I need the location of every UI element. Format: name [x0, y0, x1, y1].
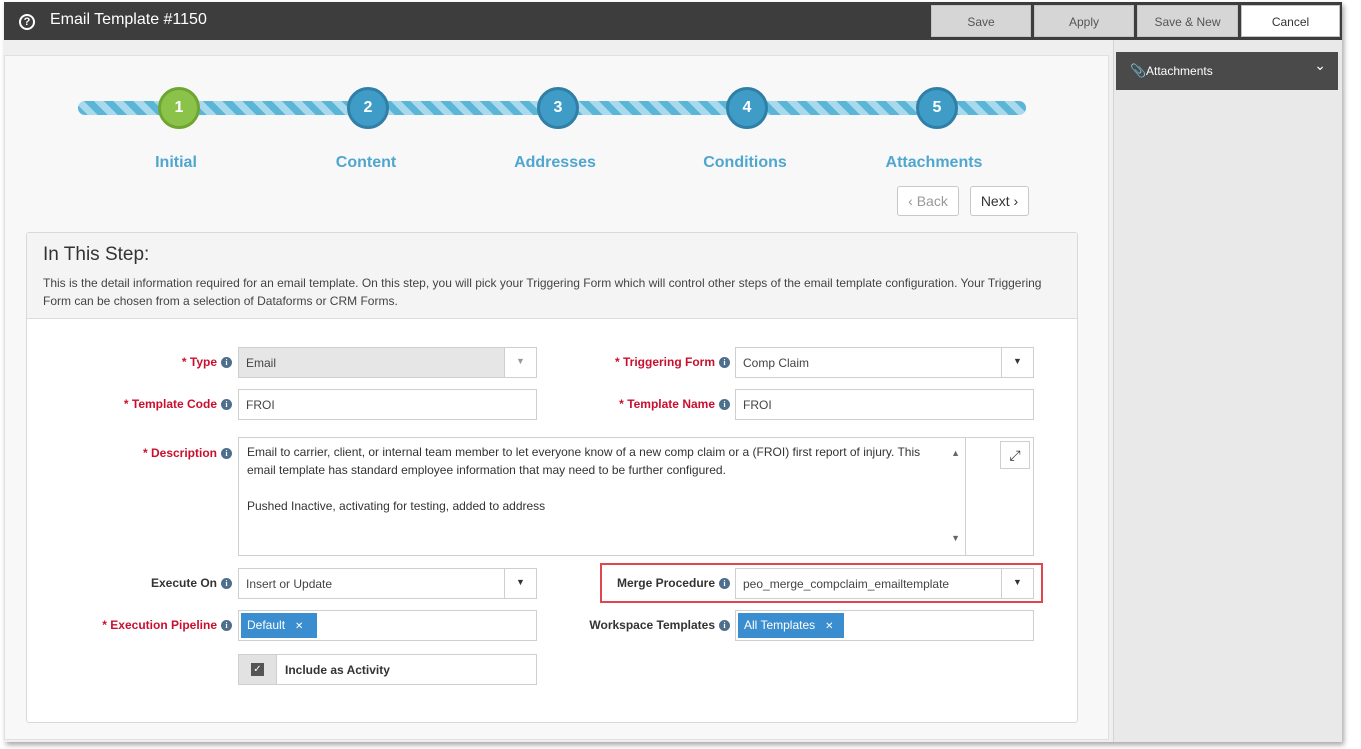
highlight-box: [600, 563, 1043, 603]
template-name-value: FROI: [743, 398, 772, 412]
triggering-form-dropdown-button[interactable]: ▼: [1001, 348, 1033, 377]
chevron-left-icon: ‹: [908, 193, 913, 209]
step-1-circle[interactable]: 1: [158, 87, 200, 129]
scroll-up-arrow-icon[interactable]: ▲: [951, 444, 960, 462]
type-dropdown-button[interactable]: ▼: [504, 348, 536, 377]
info-icon[interactable]: i: [719, 399, 730, 410]
title-bar: ? Email Template #1150 Save Apply Save &…: [4, 2, 1342, 40]
info-icon[interactable]: i: [221, 357, 232, 368]
workspace-templates-tag-label: All Templates: [744, 618, 816, 632]
include-activity-checkbox[interactable]: ✓: [239, 655, 277, 684]
execution-pipeline-tag-label: Default: [247, 618, 286, 632]
back-label: Back: [916, 193, 948, 209]
description-line-2: Pushed Inactive, activating for testing,…: [247, 499, 546, 513]
step-5-circle[interactable]: 5: [916, 87, 958, 129]
description-line-1: Email to carrier, client, or internal te…: [247, 445, 921, 477]
step-2-circle[interactable]: 2: [347, 87, 389, 129]
scroll-down-arrow-icon[interactable]: ▼: [951, 529, 960, 547]
description-expand-area: ⤢: [966, 437, 1034, 556]
description-label: * Description i: [80, 446, 232, 460]
info-icon[interactable]: i: [719, 357, 730, 368]
info-icon[interactable]: i: [221, 399, 232, 410]
workspace-templates-multiselect[interactable]: All Templates ✕: [735, 610, 1034, 641]
paperclip-icon: 📎: [1130, 63, 1147, 78]
template-code-input[interactable]: FROI: [238, 389, 537, 420]
template-code-label: * Template Code i: [80, 397, 232, 411]
cancel-button[interactable]: Cancel: [1241, 5, 1340, 37]
info-icon[interactable]: i: [221, 620, 232, 631]
include-activity-field[interactable]: ✓ Include as Activity: [238, 654, 537, 685]
workspace-templates-label: Workspace Templates i: [560, 618, 730, 632]
checkmark-icon: ✓: [251, 663, 264, 676]
type-select[interactable]: Email ▼: [238, 347, 537, 378]
info-icon[interactable]: i: [221, 578, 232, 589]
step-info-title: In This Step:: [43, 244, 150, 265]
step-label-addresses[interactable]: Addresses: [485, 154, 625, 172]
caret-down-icon: ▼: [1013, 356, 1022, 366]
type-value: Email: [246, 356, 277, 370]
triggering-form-value: Comp Claim: [743, 356, 810, 370]
caret-down-icon: ▼: [516, 577, 525, 587]
caret-down-icon: ▼: [516, 356, 525, 366]
step-label-content[interactable]: Content: [296, 154, 436, 172]
right-pane: 📎 Attachments ⌄: [1113, 40, 1342, 742]
type-label: * Type i: [100, 355, 232, 369]
attachments-panel-header[interactable]: 📎 Attachments ⌄: [1116, 52, 1338, 90]
save-and-new-button[interactable]: Save & New: [1137, 5, 1238, 37]
execute-on-select[interactable]: Insert or Update ▼: [238, 568, 537, 599]
step-info-header: In This Step: This is the detail informa…: [27, 233, 1077, 319]
triggering-form-label: * Triggering Form i: [570, 355, 730, 369]
execute-on-value: Insert or Update: [246, 577, 333, 591]
save-button[interactable]: Save: [931, 5, 1031, 37]
step-label-conditions[interactable]: Conditions: [675, 154, 815, 172]
template-name-label: * Template Name i: [570, 397, 730, 411]
help-icon[interactable]: ?: [19, 14, 35, 30]
apply-button[interactable]: Apply: [1034, 5, 1134, 37]
execution-pipeline-multiselect[interactable]: Default ✕: [238, 610, 537, 641]
remove-tag-icon[interactable]: ✕: [295, 621, 303, 632]
next-button[interactable]: Next ›: [970, 186, 1029, 216]
step-label-initial[interactable]: Initial: [106, 154, 246, 172]
execution-pipeline-label: * Execution Pipeline i: [60, 618, 232, 632]
description-text: Email to carrier, client, or internal te…: [247, 443, 952, 515]
include-activity-label: Include as Activity: [285, 663, 390, 677]
execute-on-label: Execute On i: [80, 576, 232, 590]
execute-on-dropdown-button[interactable]: ▼: [504, 569, 536, 598]
triggering-form-select[interactable]: Comp Claim ▼: [735, 347, 1034, 378]
step-3-circle[interactable]: 3: [537, 87, 579, 129]
execution-pipeline-tag: Default ✕: [241, 613, 317, 638]
step-label-attachments[interactable]: Attachments: [864, 154, 1004, 172]
next-label: Next: [980, 193, 1010, 209]
back-button[interactable]: ‹ Back: [897, 186, 959, 216]
chevron-right-icon: ›: [1013, 193, 1019, 209]
description-textarea[interactable]: Email to carrier, client, or internal te…: [238, 437, 966, 556]
step-info-description: This is the detail information required …: [43, 276, 1042, 308]
workspace-templates-tag: All Templates ✕: [738, 613, 844, 638]
info-icon[interactable]: i: [221, 448, 232, 459]
template-name-input[interactable]: FROI: [735, 389, 1034, 420]
step-4-circle[interactable]: 4: [726, 87, 768, 129]
info-icon[interactable]: i: [719, 620, 730, 631]
remove-tag-icon[interactable]: ✕: [825, 621, 833, 632]
chevron-down-icon[interactable]: ⌄: [1314, 57, 1326, 74]
expand-icon[interactable]: ⤢: [1000, 441, 1030, 469]
template-code-value: FROI: [246, 398, 275, 412]
attachments-panel-title: Attachments: [1146, 64, 1213, 78]
window-title: Email Template #1150: [50, 11, 207, 28]
